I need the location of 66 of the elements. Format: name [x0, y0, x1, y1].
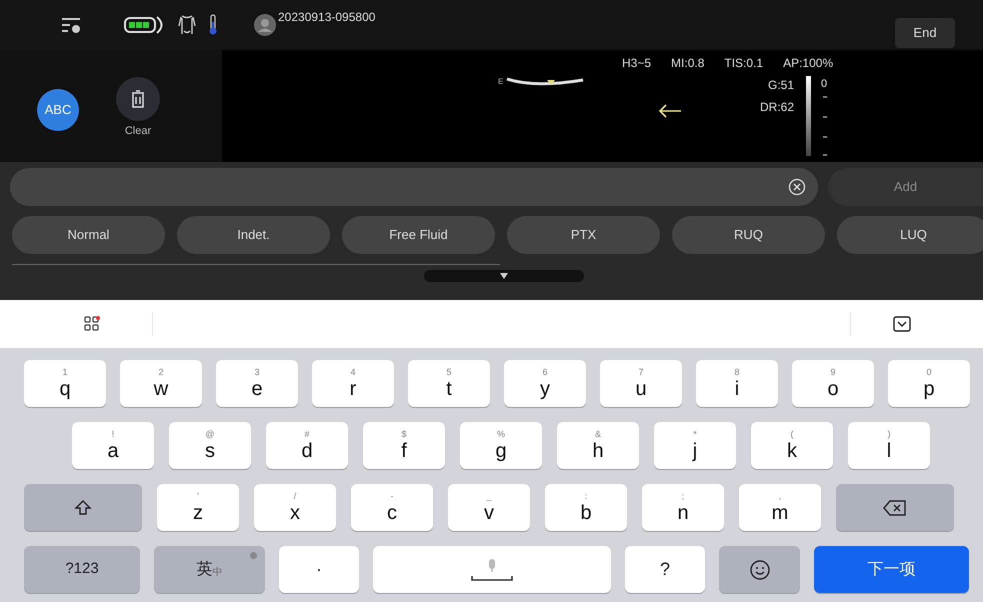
key[interactable]: · — [279, 546, 359, 593]
apps-grid-icon[interactable] — [84, 316, 100, 332]
key[interactable]: : b — [545, 484, 627, 531]
gain-value: G:51 — [768, 77, 794, 94]
key[interactable]: _ v — [448, 484, 530, 531]
key[interactable]: / x — [254, 484, 336, 531]
smiley-icon — [748, 558, 770, 580]
key[interactable]: # d — [266, 422, 348, 469]
patient-id: 20230913-095800 — [278, 9, 376, 26]
key[interactable]: ) l — [848, 422, 930, 469]
key[interactable]: ! a — [72, 422, 154, 469]
shift-icon — [74, 498, 92, 516]
preset-chip[interactable]: Free Fluid — [342, 216, 495, 254]
key[interactable]: 2 w — [120, 360, 202, 407]
left-arrow-icon — [658, 104, 682, 118]
clear-input-icon[interactable] — [788, 178, 806, 196]
avatar-icon — [254, 14, 276, 36]
key[interactable]: & h — [557, 422, 639, 469]
key[interactable]: 0 p — [888, 360, 970, 407]
preset-chip[interactable]: LUQ — [837, 216, 983, 254]
end-button[interactable]: End — [895, 18, 955, 48]
key[interactable]: - c — [351, 484, 433, 531]
key[interactable]: 6 y — [504, 360, 586, 407]
key[interactable]: % g — [460, 422, 542, 469]
key[interactable]: ( k — [751, 422, 833, 469]
orientation-mark: E — [498, 76, 504, 88]
imaging-parameter: MI:0.8 — [671, 55, 704, 72]
preset-chip[interactable]: Indet. — [177, 216, 330, 254]
imaging-parameter: H3~5 — [622, 55, 652, 72]
backspace-icon — [883, 498, 907, 516]
depth-label: 0 — [821, 77, 828, 92]
key[interactable]: @ s — [169, 422, 251, 469]
key[interactable]: , m — [739, 484, 821, 531]
key[interactable]: ; n — [642, 484, 724, 531]
preset-chip[interactable]: PTX — [507, 216, 660, 254]
key[interactable]: 9 o — [792, 360, 874, 407]
trash-icon — [131, 90, 145, 108]
key[interactable]: $ f — [363, 422, 445, 469]
collapse-handle[interactable] — [424, 270, 584, 282]
clear-button[interactable] — [116, 77, 160, 121]
torso-icon — [178, 14, 196, 36]
clear-label: Clear — [124, 124, 152, 139]
dynamic-range-value: DR:62 — [760, 99, 794, 116]
hide-keyboard-icon[interactable] — [893, 316, 911, 332]
thermometer-icon — [208, 14, 218, 36]
key[interactable]: ? — [625, 546, 705, 593]
key[interactable]: 1 q — [24, 360, 106, 407]
key[interactable]: ?123 — [24, 546, 140, 593]
imaging-parameter: AP:100% — [783, 55, 834, 72]
key[interactable]: 4 r — [312, 360, 394, 407]
key[interactable]: 7 u — [600, 360, 682, 407]
key[interactable]: 5 t — [408, 360, 490, 407]
next-key[interactable]: 下一项 — [814, 546, 969, 593]
key[interactable]: * j — [654, 422, 736, 469]
menu-icon[interactable] — [60, 16, 82, 34]
abc-button[interactable]: ABC — [37, 89, 79, 131]
key[interactable]: 8 i — [696, 360, 778, 407]
imaging-parameter: TIS:0.1 — [724, 55, 764, 72]
annotation-input[interactable] — [10, 168, 818, 206]
preset-chip[interactable]: RUQ — [672, 216, 825, 254]
key[interactable]: 3 e — [216, 360, 298, 407]
caret-icon — [500, 273, 508, 279]
backspace-key[interactable] — [836, 484, 954, 531]
key[interactable]: ' z — [157, 484, 239, 531]
preset-chip[interactable]: Normal — [12, 216, 165, 254]
emoji-key[interactable] — [719, 546, 800, 593]
